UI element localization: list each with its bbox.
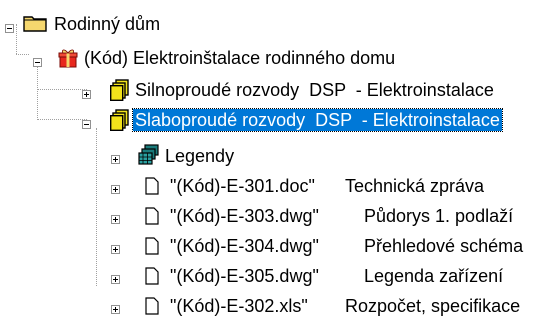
collapse-toggle[interactable] <box>5 24 14 33</box>
document-filename: "(Kód)-E-303.dwg" <box>170 206 319 226</box>
tree-node-label-selected: Slaboproudé rozvody DSP - Elektroinstala… <box>132 108 503 132</box>
document-description: Technická zpráva <box>345 176 485 196</box>
document-filename: "(Kód)-E-304.dwg" <box>170 236 319 256</box>
expand-toggle[interactable] <box>111 185 120 194</box>
blank-document-icon <box>145 177 159 195</box>
legend-stack-icon <box>138 144 159 165</box>
document-filename: "(Kód)-E-302.xls" <box>170 296 308 316</box>
blank-document-icon <box>145 297 159 315</box>
document-description: Přehledové schéma <box>364 236 524 256</box>
tree-node-slaboproude[interactable]: Slaboproudé rozvody DSP - Elektroinstala… <box>0 106 552 134</box>
tree-node-silnoproude[interactable]: Silnoproudé rozvody DSP - Elektroinstala… <box>0 76 552 104</box>
tree-node-project[interactable]: (Kód) Elektroinštalace rodinného domu <box>0 44 552 72</box>
expand-toggle[interactable] <box>111 275 120 284</box>
tree-node-document[interactable]: "(Kód)-E-301.doc" Technická zpráva <box>0 172 552 200</box>
folder-icon <box>23 16 47 32</box>
document-stack-icon <box>110 109 129 131</box>
project-tree[interactable]: Rodinný dům (Kód) Elektroinštalace rodin… <box>0 0 552 322</box>
document-filename: "(Kód)-E-301.doc" <box>170 176 315 196</box>
document-description: Rozpočet, specifikace <box>345 296 521 316</box>
document-description: Legenda zařízení <box>364 266 504 286</box>
tree-node-label: Legendy <box>165 146 235 166</box>
tree-node-label: (Kód) Elektroinštalace rodinného domu <box>84 48 396 68</box>
expand-toggle[interactable] <box>82 90 91 99</box>
document-stack-icon <box>110 79 129 101</box>
blank-document-icon <box>145 237 159 255</box>
document-filename: "(Kód)-E-305.dwg" <box>170 266 319 286</box>
tree-node-document[interactable]: "(Kód)-E-302.xls" Rozpočet, specifikace <box>0 292 552 320</box>
tree-node-document[interactable]: "(Kód)-E-305.dwg" Legenda zařízení <box>0 262 552 290</box>
collapse-toggle[interactable] <box>82 120 91 129</box>
expand-toggle[interactable] <box>111 245 120 254</box>
expand-toggle[interactable] <box>111 215 120 224</box>
expand-toggle[interactable] <box>111 155 120 164</box>
tree-node-root[interactable]: Rodinný dům <box>0 10 552 38</box>
tree-node-legendy[interactable]: Legendy <box>0 142 552 170</box>
document-description: Půdorys 1. podlaží <box>364 206 514 226</box>
collapse-toggle[interactable] <box>33 58 42 67</box>
tree-node-label: Silnoproudé rozvody DSP - Elektroinstala… <box>135 80 494 100</box>
gift-icon <box>58 49 78 68</box>
tree-node-label: Rodinný dům <box>54 14 161 34</box>
expand-toggle[interactable] <box>111 305 120 314</box>
tree-node-document[interactable]: "(Kód)-E-304.dwg" Přehledové schéma <box>0 232 552 260</box>
blank-document-icon <box>145 267 159 285</box>
tree-node-document[interactable]: "(Kód)-E-303.dwg" Půdorys 1. podlaží <box>0 202 552 230</box>
blank-document-icon <box>145 207 159 225</box>
